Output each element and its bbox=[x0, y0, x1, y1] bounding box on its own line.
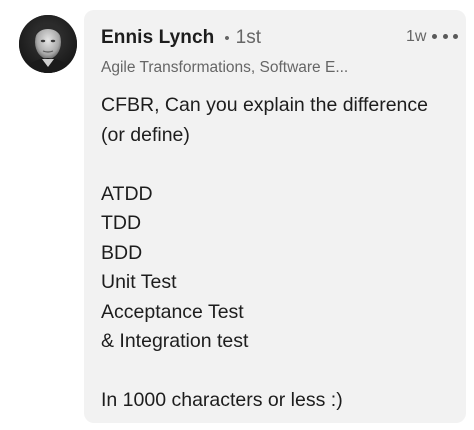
comment-line: In 1000 characters or less :) bbox=[101, 389, 343, 411]
author-name[interactable]: Ennis Lynch bbox=[101, 27, 214, 49]
more-horizontal-icon-dot bbox=[442, 33, 448, 39]
timestamp: 1w bbox=[406, 28, 427, 45]
comment-line: ATDD bbox=[101, 182, 153, 205]
more-horizontal-icon-dot bbox=[453, 33, 458, 39]
comment-line: Acceptance Test bbox=[101, 300, 244, 323]
comment-line: CFBR, Can you explain the difference bbox=[101, 94, 428, 116]
comment-bubble: Ennis Lynch • 1st Agile Transformations,… bbox=[84, 10, 466, 423]
comment-line: (or define) bbox=[101, 123, 190, 146]
more-options-button[interactable] bbox=[432, 29, 458, 43]
comment-line bbox=[101, 150, 461, 180]
comment-item: Ennis Lynch • 1st Agile Transformations,… bbox=[0, 0, 474, 430]
more-horizontal-icon-dot bbox=[432, 33, 437, 39]
comment-line bbox=[101, 357, 461, 387]
connection-degree: 1st bbox=[235, 27, 261, 48]
comment-line: TDD bbox=[101, 212, 142, 234]
author-avatar[interactable] bbox=[19, 15, 77, 73]
author-headline: Agile Transformations, Software E... bbox=[101, 59, 349, 76]
comment-text: CFBR, Can you explain the difference (or… bbox=[101, 91, 461, 416]
profile-photo-icon bbox=[19, 15, 77, 73]
author-header: Ennis Lynch • 1st bbox=[101, 27, 261, 49]
comment-line: & Integration test bbox=[101, 330, 249, 352]
separator-dot: • bbox=[224, 30, 230, 47]
comment-line: Unit Test bbox=[101, 271, 177, 293]
comment-line: BDD bbox=[101, 241, 143, 264]
